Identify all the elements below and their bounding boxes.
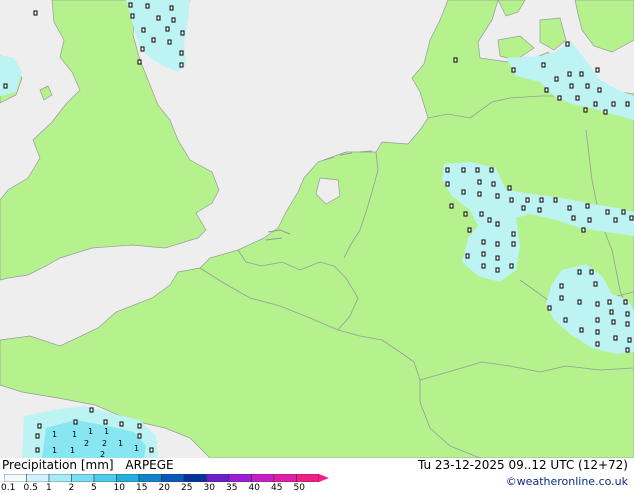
scale-tick-label: 30 xyxy=(203,483,215,493)
cell-value: 1 xyxy=(118,439,123,448)
scale-swatch xyxy=(183,474,207,482)
scale-tick-label: 5 xyxy=(91,483,97,493)
cell-value: 1 xyxy=(104,427,109,436)
product-title: Precipitation [mm] ARPEGE xyxy=(2,458,174,472)
scale-tick-label: 25 xyxy=(181,483,193,493)
scale-tick-label: 45 xyxy=(271,483,283,493)
model-name: ARPEGE xyxy=(125,458,174,472)
valid-time: Tu 23-12-2025 09..12 UTC (12+72) xyxy=(417,458,628,472)
precipitation-map: 1 1 1 1 2 1 2 1 1 2 1 xyxy=(0,0,634,458)
scale-arrow xyxy=(319,474,329,482)
scale-swatch xyxy=(161,474,185,482)
precipitation-color-scale xyxy=(4,474,329,482)
scale-tick-label: 2 xyxy=(68,483,75,493)
scale-swatch xyxy=(206,474,230,482)
scale-swatch xyxy=(93,474,117,482)
cell-value: 1 xyxy=(88,427,93,436)
cell-value: 1 xyxy=(72,430,77,439)
scale-swatch xyxy=(251,474,275,482)
scale-swatch xyxy=(71,474,95,482)
cell-value: 1 xyxy=(70,446,75,455)
scale-swatch xyxy=(48,474,72,482)
scale-tick-label: 40 xyxy=(248,483,260,493)
cell-value: 1 xyxy=(134,444,139,453)
scale-tick-label: 35 xyxy=(226,483,238,493)
scale-swatch xyxy=(138,474,162,482)
cell-value: 1 xyxy=(52,446,57,455)
cell-value: 2 xyxy=(102,439,107,448)
site-credit: ©weatheronline.co.uk xyxy=(505,475,628,488)
product-label: Precipitation [mm] xyxy=(2,458,114,472)
scale-tick-label: 1 xyxy=(46,483,52,493)
scale-tick-label: 20 xyxy=(158,483,170,493)
map-footer: Precipitation [mm] ARPEGE Tu 23-12-2025 … xyxy=(0,458,634,493)
scale-tick-label: 50 xyxy=(293,483,305,493)
scale-swatch xyxy=(296,474,320,482)
scale-swatch xyxy=(273,474,297,482)
cell-value: 2 xyxy=(100,450,105,458)
scale-swatch xyxy=(116,474,140,482)
scale-tick-label: 15 xyxy=(136,483,148,493)
scale-tick-label: 0.5 xyxy=(23,483,38,493)
cell-value: 2 xyxy=(84,439,89,448)
scale-tick-label: 0.1 xyxy=(1,483,16,493)
scale-swatch xyxy=(228,474,252,482)
scale-tick-label: 10 xyxy=(113,483,125,493)
cell-value: 1 xyxy=(52,430,57,439)
scale-swatch xyxy=(4,474,27,482)
scale-swatch xyxy=(26,474,50,482)
